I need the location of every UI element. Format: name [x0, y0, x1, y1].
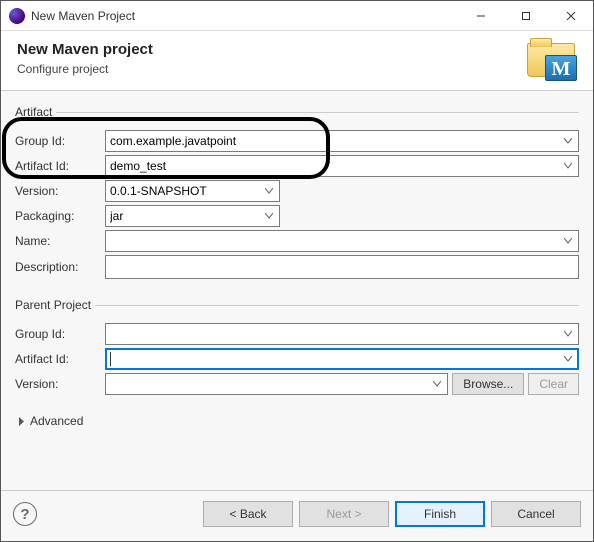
dialog-window: New Maven Project New Maven project Conf…: [0, 0, 594, 542]
name-label: Name:: [15, 234, 105, 248]
clear-button[interactable]: Clear: [528, 373, 579, 395]
artifact-group: Artifact Group Id: com.example.javatpoin…: [15, 105, 579, 288]
parent-group-id-input[interactable]: [105, 323, 579, 345]
description-label: Description:: [15, 260, 105, 274]
packaging-label: Packaging:: [15, 209, 105, 223]
name-input[interactable]: [105, 230, 579, 252]
packaging-input[interactable]: jar: [105, 205, 280, 227]
parent-version-label: Version:: [15, 377, 105, 391]
parent-group-id-label: Group Id:: [15, 327, 105, 341]
wizard-header: New Maven project Configure project M: [1, 31, 593, 91]
description-input[interactable]: [105, 255, 579, 279]
finish-button[interactable]: Finish: [395, 501, 485, 527]
chevron-down-icon: [560, 326, 576, 342]
next-button: Next >: [299, 501, 389, 527]
version-input[interactable]: 0.0.1-SNAPSHOT: [105, 180, 280, 202]
parent-version-input[interactable]: [105, 373, 448, 395]
artifact-id-input[interactable]: demo_test: [105, 155, 579, 177]
parent-artifact-id-input[interactable]: [105, 348, 579, 370]
artifact-id-label: Artifact Id:: [15, 159, 105, 173]
eclipse-icon: [9, 8, 25, 24]
chevron-down-icon: [560, 158, 576, 174]
button-bar: ? < Back Next > Finish Cancel: [1, 490, 593, 541]
close-button[interactable]: [548, 1, 593, 30]
browse-button[interactable]: Browse...: [452, 373, 524, 395]
minimize-button[interactable]: [458, 1, 503, 30]
content-area: Artifact Group Id: com.example.javatpoin…: [1, 91, 593, 490]
page-subtitle: Configure project: [17, 62, 577, 76]
cancel-button[interactable]: Cancel: [491, 501, 581, 527]
artifact-legend: Artifact: [15, 105, 56, 119]
version-label: Version:: [15, 184, 105, 198]
window-controls: [458, 1, 593, 30]
group-id-label: Group Id:: [15, 134, 105, 148]
parent-artifact-id-label: Artifact Id:: [15, 352, 105, 366]
advanced-label: Advanced: [30, 414, 83, 428]
chevron-down-icon: [429, 376, 445, 392]
parent-group: Parent Project Group Id: Artifact Id:: [15, 298, 579, 404]
maximize-button[interactable]: [503, 1, 548, 30]
chevron-down-icon: [261, 208, 277, 224]
group-id-input[interactable]: com.example.javatpoint: [105, 130, 579, 152]
titlebar: New Maven Project: [1, 1, 593, 31]
page-title: New Maven project: [17, 41, 577, 58]
back-button[interactable]: < Back: [203, 501, 293, 527]
maven-banner-icon: M: [527, 39, 579, 79]
chevron-down-icon: [560, 133, 576, 149]
chevron-down-icon: [560, 351, 576, 367]
advanced-toggle[interactable]: Advanced: [17, 414, 579, 428]
window-title: New Maven Project: [31, 9, 458, 23]
triangle-right-icon: [17, 417, 26, 426]
help-icon[interactable]: ?: [13, 502, 37, 526]
chevron-down-icon: [261, 183, 277, 199]
parent-legend: Parent Project: [15, 298, 95, 312]
chevron-down-icon: [560, 233, 576, 249]
